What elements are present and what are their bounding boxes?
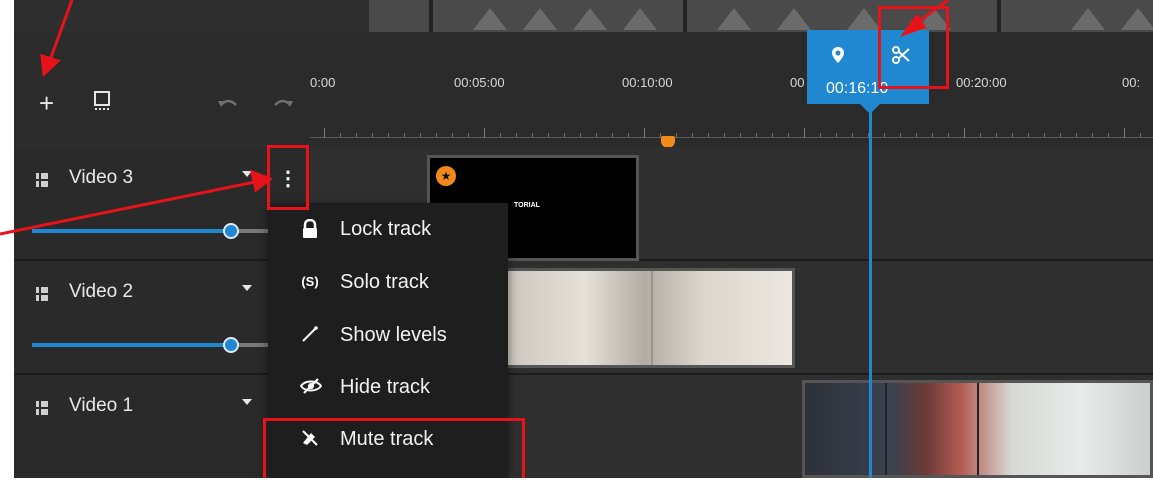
annotation-arrows — [0, 0, 949, 236]
